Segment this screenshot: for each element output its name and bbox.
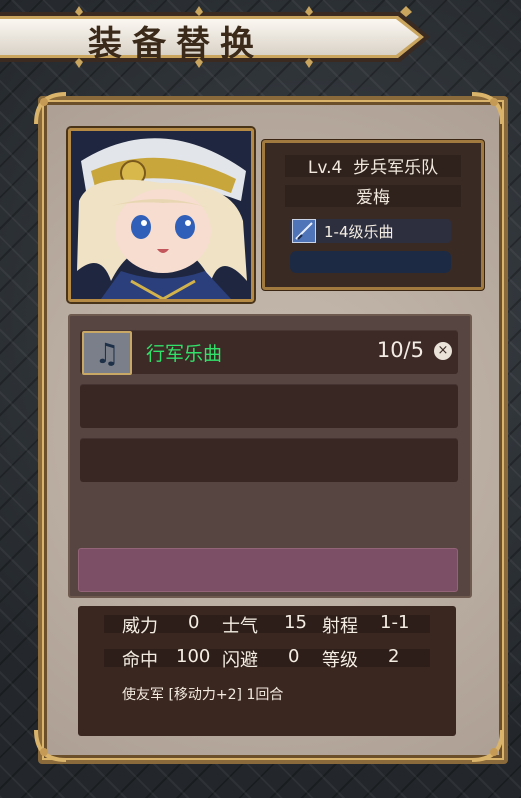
list-item[interactable] — [80, 438, 458, 482]
evade-value: 0 — [288, 646, 300, 667]
list-item[interactable] — [80, 384, 458, 428]
range-value: 1-1 — [380, 612, 410, 633]
level-value: 2 — [388, 646, 400, 667]
corner-ornament-icon — [34, 92, 67, 125]
equip-category-label: 1-4级乐曲 — [324, 222, 394, 241]
stat-row: 命中 100 闪避 0 等级 2 — [78, 646, 456, 671]
morale-label: 士气 — [222, 616, 258, 637]
corner-ornament-icon — [471, 729, 504, 762]
equip-count: 10/5 — [376, 338, 424, 362]
character-portrait — [68, 128, 254, 302]
stat-row: 威力 0 士气 15 射程 1-1 — [78, 612, 456, 637]
equip-category: 1-4级乐曲 — [290, 219, 451, 243]
selected-slot[interactable] — [78, 548, 458, 592]
level-label: 等级 — [322, 650, 358, 671]
empty-equip-slot[interactable] — [290, 251, 451, 273]
title-banner: 装备替换 — [0, 6, 440, 68]
character-info: Lv.4 步兵军乐队 爱梅 1-4级乐曲 — [262, 140, 484, 290]
character-level-class: Lv.4 步兵军乐队 — [265, 153, 481, 178]
power-value: 0 — [188, 612, 200, 633]
list-item[interactable]: ♫ 行军乐曲 10/5 × — [80, 330, 458, 375]
equip-name: 行军乐曲 — [146, 343, 223, 365]
character-name: 爱梅 — [356, 188, 390, 208]
hit-value: 100 — [176, 646, 211, 667]
range-label: 射程 — [322, 616, 358, 637]
close-icon[interactable]: × — [434, 342, 452, 360]
character-level: Lv.4 — [307, 158, 343, 178]
stats-panel: 威力 0 士气 15 射程 1-1 命中 100 闪避 0 等级 2 使友军 [… — [78, 606, 456, 736]
hit-label: 命中 — [122, 650, 158, 671]
power-label: 威力 — [122, 616, 158, 637]
corner-ornament-icon — [34, 729, 67, 762]
page-title: 装备替换 — [88, 24, 264, 64]
rifle-icon — [292, 219, 316, 243]
character-class: 步兵军乐队 — [353, 158, 439, 178]
music-note-icon: ♫ — [82, 331, 132, 375]
skill-description: 使友军 [移动力+2] 1回合 — [122, 687, 284, 703]
morale-value: 15 — [284, 612, 307, 633]
evade-label: 闪避 — [222, 650, 258, 671]
corner-ornament-icon — [471, 92, 504, 125]
